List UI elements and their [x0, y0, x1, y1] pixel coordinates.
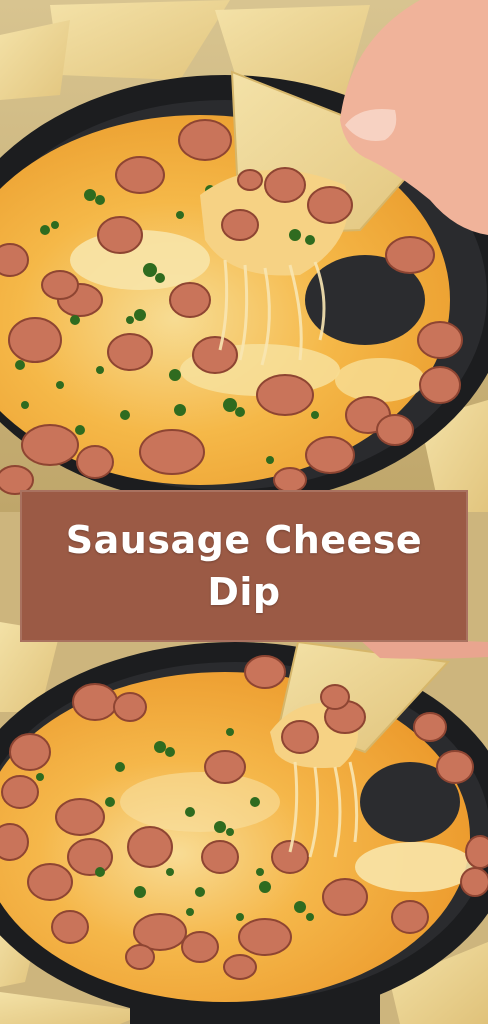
recipe-title: Sausage Cheese Dip [65, 518, 423, 614]
top-food-photo [0, 0, 488, 512]
top-photo-illustration [0, 0, 488, 512]
title-banner: Sausage Cheese Dip [20, 490, 468, 642]
